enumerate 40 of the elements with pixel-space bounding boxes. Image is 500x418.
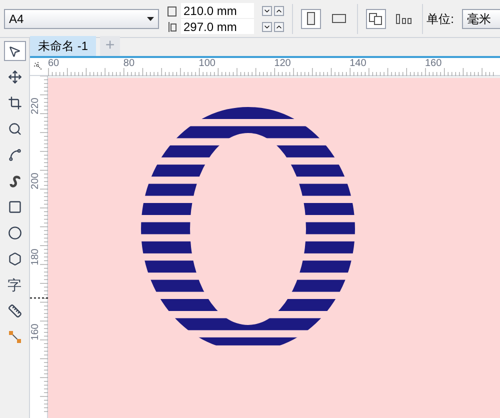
all-pages-button[interactable] [366,8,386,28]
bars-icon [396,14,412,24]
connector-icon [8,330,22,344]
ruler-label: 200 [30,172,42,192]
decrement-button[interactable] [262,22,272,32]
ruler-label: 120 [274,58,291,70]
ruler-label: 160 [30,322,42,342]
overlapping-pages-icon [369,12,382,24]
ruler-label: 140 [350,58,366,70]
curve-icon [8,148,22,162]
pointer-icon [8,44,21,58]
ruler-label: 160 [425,58,442,70]
width-field[interactable]: 210.0 mm [181,3,254,18]
hexagon-icon [8,252,22,266]
text-tool[interactable]: 字 [2,272,26,298]
ruler-label: 80 [123,58,135,70]
portrait-button[interactable] [301,8,322,28]
page-size-dropdown[interactable]: A4 [4,8,160,28]
height-field[interactable]: 297.0 mm [181,19,254,34]
rectangle-icon [8,200,22,214]
increment-button[interactable] [274,6,284,16]
ruler-label: 220 [30,96,42,116]
search-icon [8,122,22,136]
pick-tool[interactable] [2,38,26,64]
decrement-button[interactable] [262,6,272,16]
ruler-label: 100 [198,58,216,70]
unit-dropdown[interactable]: 毫米 [462,8,500,28]
increment-button[interactable] [274,22,284,32]
squiggle-icon [8,174,22,188]
crop-icon [8,96,22,110]
page-width-icon [167,4,178,16]
ellipse-icon [8,226,22,240]
unit-label: 单位: [426,10,454,28]
portrait-page-icon [307,12,316,25]
dropdown-caret-icon [147,16,154,20]
document-tab[interactable]: 未命名 -1 [30,36,96,56]
page-height-icon [167,20,178,32]
ruler-label: 60 [48,58,60,70]
ruler-label: 180 [30,247,42,267]
landscape-page-icon [332,14,346,23]
